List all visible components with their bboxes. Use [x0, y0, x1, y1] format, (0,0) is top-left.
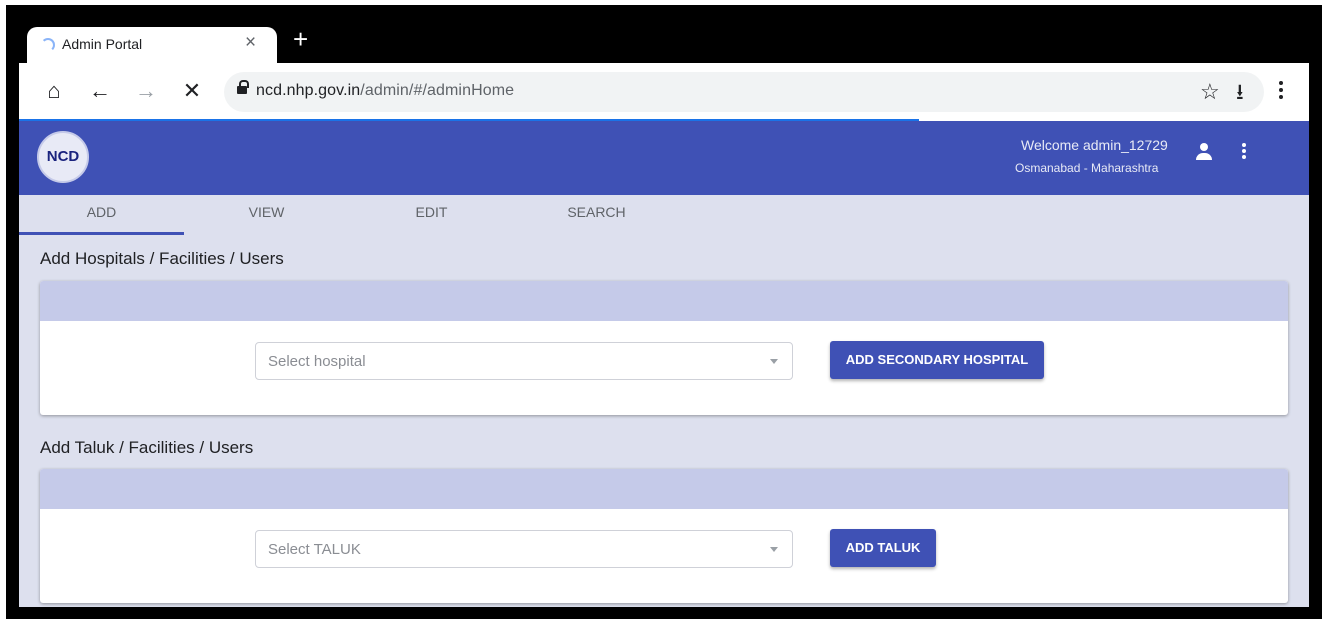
- ncd-logo: NCD: [37, 131, 89, 183]
- url-text: ncd.nhp.gov.in/admin/#/adminHome: [256, 82, 514, 100]
- screenshot-frame: Admin Portal × + ⌂ ← → ✕ ncd.nhp.gov.in/…: [0, 0, 1328, 625]
- browser-window: Admin Portal × + ⌂ ← → ✕ ncd.nhp.gov.in/…: [19, 19, 1309, 607]
- browser-menu-icon[interactable]: [1276, 78, 1286, 104]
- location-text: Osmanabad - Maharashtra: [1015, 161, 1159, 175]
- tab-search[interactable]: SEARCH: [514, 195, 679, 235]
- taluk-card-header: [40, 469, 1288, 509]
- welcome-text: Welcome admin_12729: [1021, 137, 1168, 153]
- user-profile-icon[interactable]: [1195, 143, 1213, 161]
- loading-spinner-icon: [41, 38, 55, 52]
- hospital-section-title: Add Hospitals / Facilities / Users: [40, 249, 284, 268]
- select-taluk-placeholder: Select TALUK: [268, 541, 361, 558]
- address-bar[interactable]: ncd.nhp.gov.in/admin/#/adminHome ☆ ⭳: [224, 72, 1264, 112]
- taluk-card: Select TALUK ADD TALUK: [40, 469, 1288, 603]
- select-hospital-dropdown[interactable]: Select hospital: [255, 342, 793, 380]
- browser-toolbar: ⌂ ← → ✕ ncd.nhp.gov.in/admin/#/adminHome…: [19, 63, 1309, 120]
- close-tab-icon[interactable]: ×: [245, 33, 256, 53]
- more-options-icon[interactable]: [1241, 141, 1247, 165]
- download-icon[interactable]: ⭳: [1236, 79, 1244, 105]
- tab-title: Admin Portal: [62, 36, 143, 52]
- select-hospital-placeholder: Select hospital: [268, 353, 366, 370]
- add-taluk-button[interactable]: ADD TALUK: [830, 529, 936, 567]
- add-secondary-hospital-button[interactable]: ADD SECONDARY HOSPITAL: [830, 341, 1044, 379]
- admin-tabs: ADD VIEW EDIT SEARCH: [19, 195, 1309, 235]
- dropdown-caret-icon: [770, 547, 778, 552]
- tab-strip: Admin Portal × +: [19, 19, 1309, 63]
- main-content: Add Hospitals / Facilities / Users Selec…: [19, 235, 1309, 607]
- select-taluk-dropdown[interactable]: Select TALUK: [255, 530, 793, 568]
- tab-view[interactable]: VIEW: [184, 195, 349, 235]
- forward-icon[interactable]: →: [133, 78, 159, 104]
- lock-icon: [237, 80, 249, 94]
- app-header: NCD Welcome admin_12729 Osmanabad - Maha…: [19, 121, 1309, 195]
- stop-loading-icon[interactable]: ✕: [179, 78, 205, 104]
- new-tab-icon[interactable]: +: [293, 26, 308, 52]
- bookmark-star-icon[interactable]: ☆: [1200, 79, 1220, 105]
- tab-edit[interactable]: EDIT: [349, 195, 514, 235]
- url-host: ncd.nhp.gov.in: [256, 82, 361, 99]
- back-icon[interactable]: ←: [87, 78, 113, 104]
- home-icon[interactable]: ⌂: [41, 78, 67, 104]
- logo-text: NCD: [46, 148, 80, 165]
- taluk-section-title: Add Taluk / Facilities / Users: [40, 438, 254, 457]
- browser-tab[interactable]: Admin Portal ×: [27, 27, 277, 63]
- url-path: /admin/#/adminHome: [360, 82, 515, 99]
- dropdown-caret-icon: [770, 359, 778, 364]
- hospital-card: Select hospital ADD SECONDARY HOSPITAL: [40, 281, 1288, 415]
- tab-add[interactable]: ADD: [19, 195, 184, 235]
- hospital-card-header: [40, 281, 1288, 321]
